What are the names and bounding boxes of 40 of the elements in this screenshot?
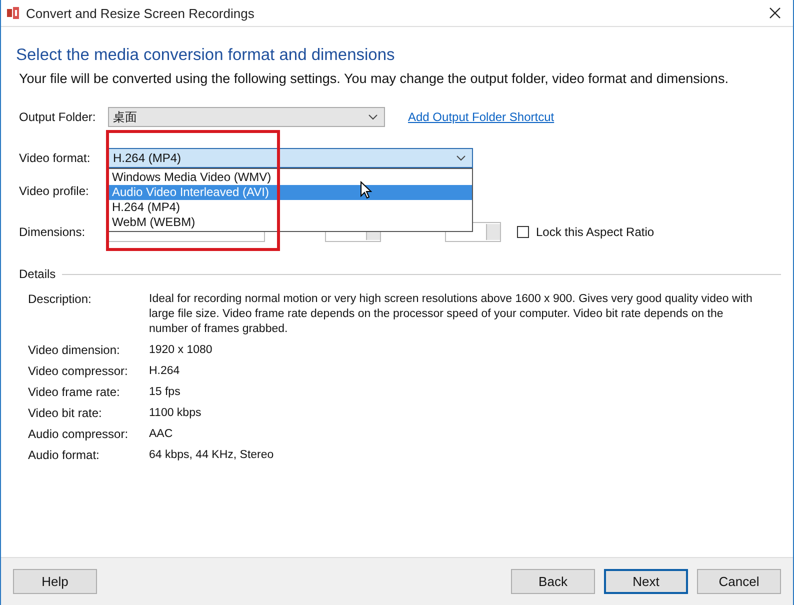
detail-label: Video compressor: [28,364,129,379]
dialog-button[interactable]: Cancel [697,569,781,594]
detail-label: Audio format: [28,448,100,463]
intro-text: Your file will be converted using the following settings. You may change the output folder, video format and dimensions. [19,71,730,86]
detail-value: Ideal for recording normal motion or very high screen resolutions above 1600 x 900. Gives very good quality video with large file size. Video frame rate depends on the processor speed of your computer. Video bit rate depends on the number of frames grabbed. [149,292,754,337]
detail-value: 15 fps [149,385,182,400]
field-label: Video profile: [19,184,90,198]
page-heading: Select the media conversion format and dimensions [16,46,396,65]
chevron-down-icon [456,155,466,161]
field-label: Output Folder: [19,110,97,124]
video-format-dropdown[interactable]: H.264 (MP4) [108,148,473,168]
chevron-down-icon [368,114,378,120]
window-title: Convert and Resize Screen Recordings [26,6,254,20]
detail-value: H.264 [149,364,181,379]
section-title: Details [19,267,56,281]
detail-label: Video bit rate: [28,406,103,421]
field-label: Video format: [19,151,92,165]
app-icon [7,6,21,20]
dialog-button[interactable]: Help [13,569,97,594]
detail-label: Audio compressor: [28,427,130,442]
detail-label: Video frame rate: [28,385,121,400]
dialog-button[interactable]: Next [604,569,688,594]
lock-aspect-checkbox[interactable] [517,226,529,238]
dropdown-option[interactable]: H.264 (MP4) [109,200,472,215]
detail-value: 1920 x 1080 [149,343,214,358]
output-folder-dropdown[interactable]: 桌面 [108,107,385,127]
cursor-icon [360,181,372,199]
checkbox-label: Lock this Aspect Ratio [536,225,654,239]
detail-label: Description: [28,292,92,308]
field-label: Dimensions: [19,225,86,239]
dropdown-option[interactable]: WebM (WEBM) [109,215,472,230]
dropdown-option[interactable]: Windows Media Video (WMV) [109,170,472,185]
detail-value: AAC [149,427,174,442]
detail-label: Video dimension: [28,343,121,358]
height-spinbox[interactable] [445,222,501,242]
detail-value: 1100 kbps [149,406,202,421]
close-icon[interactable] [769,7,781,19]
dialog-button[interactable]: Back [511,569,595,594]
detail-value: 64 kbps, 44 KHz, Stereo [149,448,275,463]
add-shortcut-link[interactable]: Add Output Folder Shortcut [408,110,554,124]
